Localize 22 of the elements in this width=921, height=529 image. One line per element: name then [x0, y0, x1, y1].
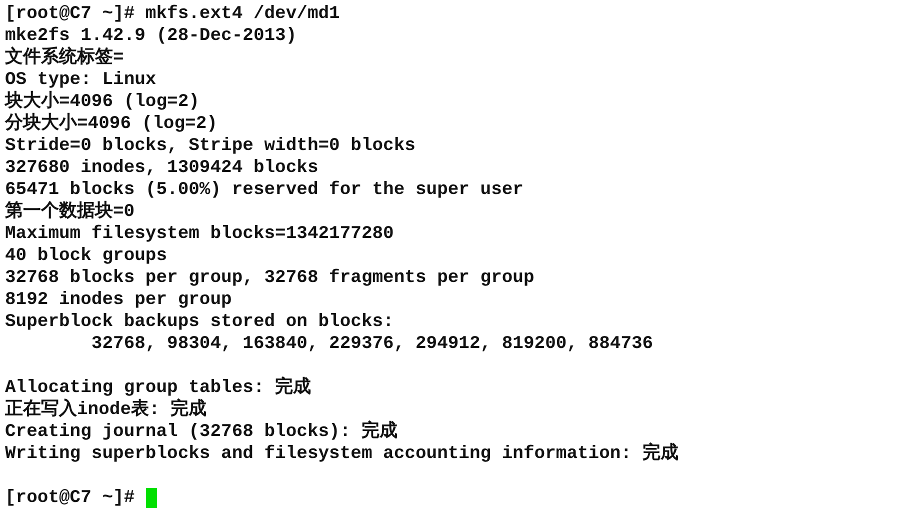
terminal-line: 65471 blocks (5.00%) reserved for the super user — [5, 179, 524, 200]
terminal-line: 32768 blocks per group, 32768 fragments per group — [5, 267, 534, 289]
terminal-prompt: [root@C7 ~]# — [5, 487, 135, 509]
terminal-line: 正在写入inode表: 完成 — [5, 399, 207, 421]
terminal-line: 第一个数据块=0 — [5, 201, 135, 223]
terminal-line: 40 block groups — [5, 245, 168, 267]
terminal-line: mke2fs 1.42.9 (28-Dec-2013) — [5, 25, 297, 46]
terminal-line: 分块大小=4096 (log=2) — [5, 113, 218, 135]
terminal-line: Superblock backups stored on blocks: — [5, 311, 394, 333]
terminal-line: 文件系统标签= — [5, 47, 124, 69]
terminal-line: Stride=0 blocks, Stripe width=0 blocks — [5, 135, 416, 157]
cursor-icon — [146, 488, 157, 508]
terminal-line: 块大小=4096 (log=2) — [5, 91, 200, 112]
terminal-line: Writing superblocks and filesystem accounting information: 完成 — [5, 443, 678, 465]
terminal-line: 32768, 98304, 163840, 229376, 294912, 819200, 884736 — [90, 333, 654, 355]
terminal-line: OS type: Linux — [5, 69, 156, 90]
terminal-line: [root@C7 ~]# mkfs.ext4 /dev/md1 — [5, 3, 340, 25]
terminal-line: 327680 inodes, 1309424 blocks — [5, 157, 318, 179]
terminal-line: Allocating group tables: 完成 — [5, 377, 312, 398]
terminal-line: Maximum filesystem blocks=1342177280 — [5, 223, 394, 245]
terminal-line: Creating journal (32768 blocks): 完成 — [5, 421, 398, 443]
terminal-line: 8192 inodes per group — [5, 289, 232, 311]
